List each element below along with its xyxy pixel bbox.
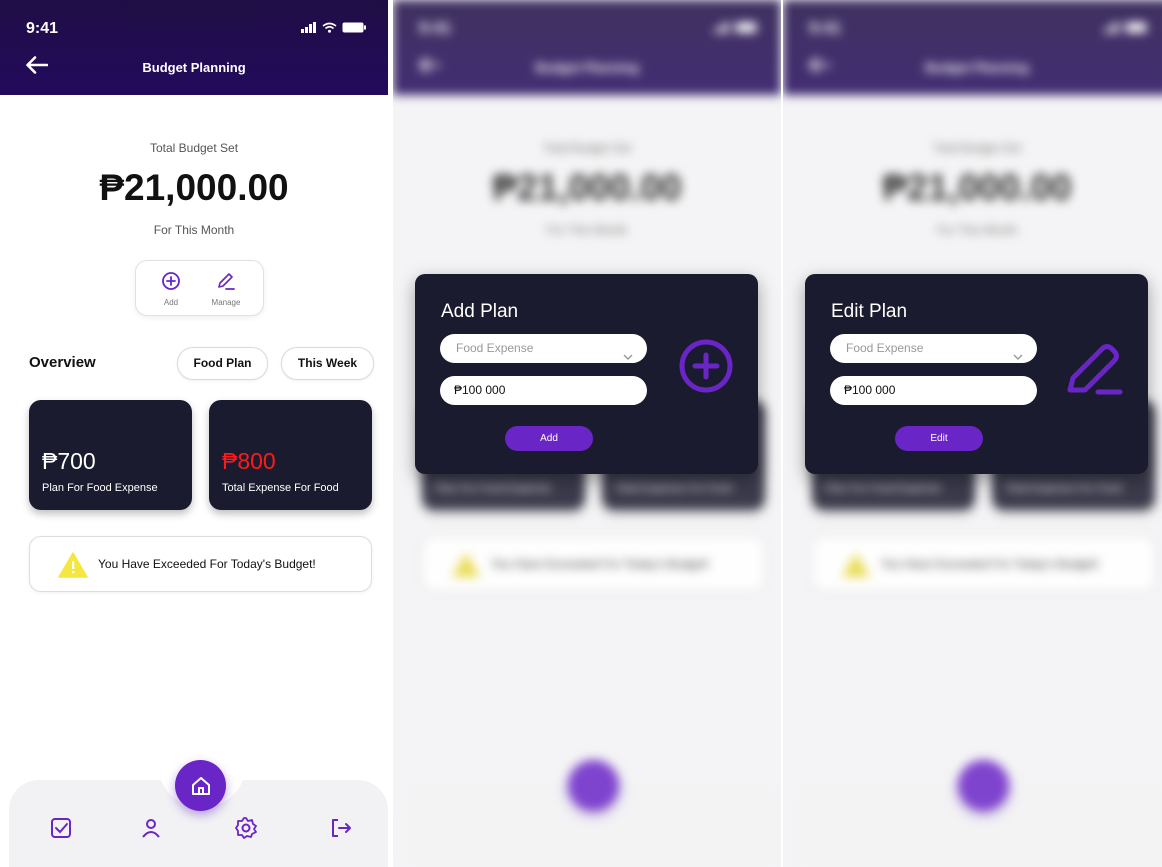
budget-actions: Add Manage (135, 260, 264, 316)
manage-plan-button[interactable]: Manage (201, 271, 251, 307)
amount-input[interactable]: ₱100 000 (440, 376, 647, 405)
alert-text: You Have Exceeded For Today's Budget! (98, 557, 316, 571)
category-select[interactable]: Food Expense (830, 334, 1037, 363)
add-button[interactable]: Add (505, 426, 593, 451)
tasks-icon[interactable] (47, 814, 75, 842)
home-icon (191, 776, 210, 795)
wifi-icon (322, 22, 337, 33)
status-time: 9:41 (26, 20, 59, 37)
budget-planning-screen: 9:41 Budget Planning Total Budget Set ₱2… (0, 0, 388, 867)
expense-card: ₱800 Total Expense For Food (209, 400, 372, 510)
expense-caption: Total Expense For Food (222, 482, 339, 494)
overview-title: Overview (29, 354, 96, 371)
chevron-down-icon (623, 343, 633, 372)
add-plan-screen: 9:41 Budget Planning Total Budget Set ₱2… (393, 0, 781, 867)
edit-plan-screen: 9:41 Budget Planning Total Budget Set ₱2… (783, 0, 1162, 867)
edit-plan-modal: Edit Plan Food Expense ₱100 000 Edit (805, 274, 1148, 474)
amount-input[interactable]: ₱100 000 (830, 376, 1037, 405)
total-budget-amount: ₱21,000.00 (99, 167, 289, 208)
user-icon[interactable] (137, 814, 165, 842)
plan-caption: Plan For Food Expense (42, 482, 158, 494)
add-circle-icon (162, 272, 180, 290)
chevron-down-icon (1013, 343, 1023, 372)
budget-period: For This Month (153, 223, 235, 237)
add-plan-modal: Add Plan Food Expense ₱100 000 Add (415, 274, 758, 474)
pencil-icon (218, 273, 235, 290)
page-title: Budget Planning (142, 60, 246, 75)
manage-label: Manage (211, 298, 241, 307)
plan-amount: ₱700 (42, 448, 96, 474)
expense-amount: ₱800 (222, 448, 276, 474)
edit-button[interactable]: Edit (895, 426, 983, 451)
battery-icon (342, 22, 366, 33)
modal-title: Add Plan (441, 301, 519, 322)
signal-icon (301, 22, 316, 33)
pencil-icon (1064, 338, 1124, 403)
modal-title: Edit Plan (831, 301, 908, 322)
header-bar: 9:41 Budget Planning (0, 0, 388, 95)
total-budget-label: Total Budget Set (149, 141, 239, 155)
add-circle-icon (678, 338, 734, 399)
add-plan-button[interactable]: Add (146, 271, 196, 307)
period-filter-chip[interactable]: This Week (281, 347, 374, 380)
settings-icon[interactable] (232, 814, 260, 842)
logout-icon[interactable] (327, 814, 355, 842)
category-filter-chip[interactable]: Food Plan (177, 347, 268, 380)
category-select[interactable]: Food Expense (440, 334, 647, 363)
budget-alert: You Have Exceeded For Today's Budget! (29, 536, 372, 592)
add-label: Add (163, 298, 179, 307)
category-select-value: Food Expense (846, 341, 924, 355)
status-icons (301, 22, 366, 33)
home-button[interactable] (175, 760, 226, 811)
category-select-value: Food Expense (456, 341, 534, 355)
warning-icon (58, 552, 88, 583)
plan-card: ₱700 Plan For Food Expense (29, 400, 192, 510)
